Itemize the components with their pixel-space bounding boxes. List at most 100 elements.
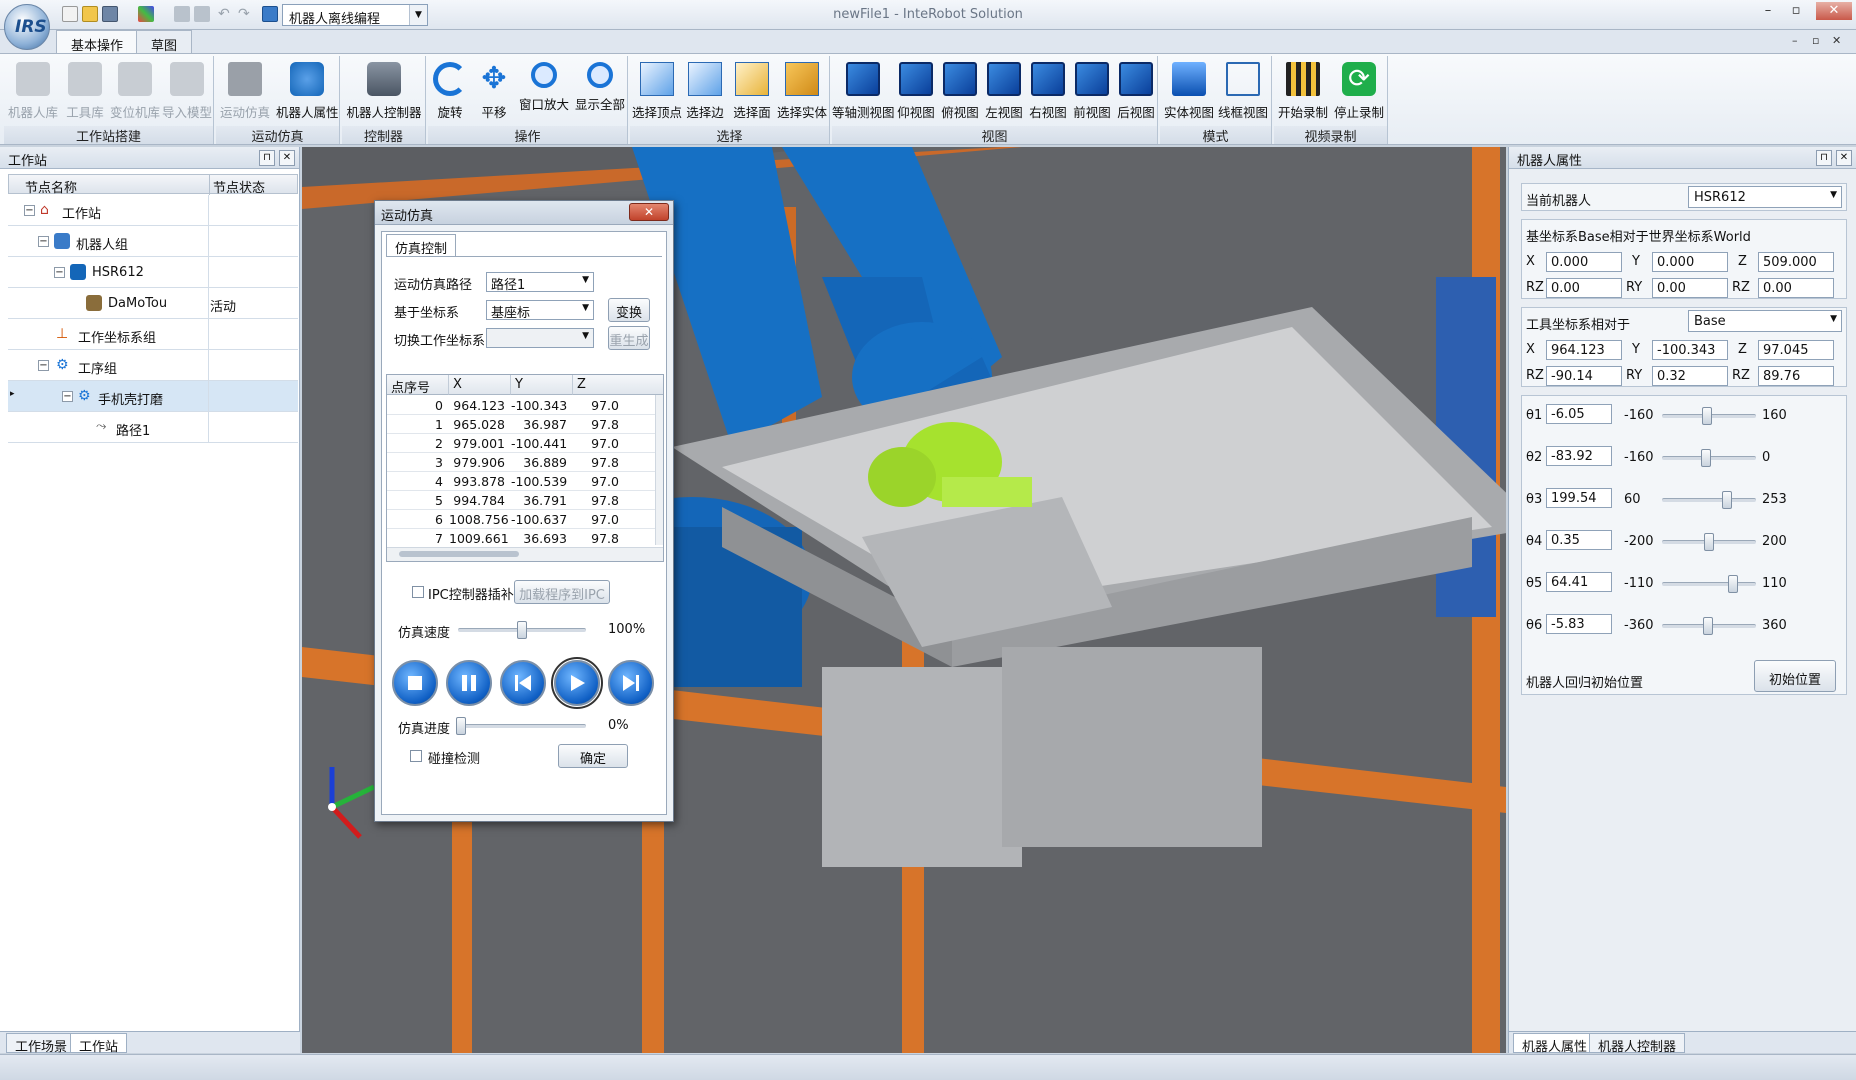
tree-node-workstation[interactable]: − ⌂ 工作站: [8, 195, 298, 226]
wireframe-view-button[interactable]: 线框视图: [1216, 60, 1270, 122]
tree-node-damotou[interactable]: DaMoTou 活动: [8, 288, 298, 319]
table-row[interactable]: 2 979.001 -100.441 97.0: [387, 434, 657, 453]
rotate-button[interactable]: 旋转: [428, 60, 472, 122]
tool-rz-input[interactable]: -90.14: [1546, 366, 1622, 386]
joint-slider-thumb[interactable]: [1728, 575, 1739, 593]
joint-slider-thumb[interactable]: [1704, 533, 1714, 551]
progress-slider[interactable]: [456, 717, 586, 735]
collapse-icon[interactable]: −: [62, 391, 73, 402]
home-position-button[interactable]: 初始位置: [1754, 660, 1836, 692]
tool-ref-select[interactable]: Base ▼: [1688, 310, 1842, 332]
tool-library-button[interactable]: 工具库: [58, 60, 112, 122]
joint-slider[interactable]: [1662, 407, 1756, 425]
pin-icon[interactable]: ⊓: [1816, 150, 1832, 166]
left-view-button[interactable]: 左视图: [982, 60, 1026, 122]
table-row[interactable]: 0 964.123 -100.343 97.0: [387, 396, 657, 415]
tree-node-path1[interactable]: ⤳ 路径1: [8, 412, 298, 443]
path-select[interactable]: 路径1 ▼: [486, 272, 594, 293]
tab-basic-operations[interactable]: 基本操作: [56, 30, 139, 55]
close-icon[interactable]: ✕: [1836, 150, 1852, 166]
joint-value-input[interactable]: -5.83: [1546, 614, 1612, 634]
hscroll-thumb[interactable]: [399, 551, 519, 557]
collapse-icon[interactable]: −: [38, 360, 49, 371]
tree-node-hsr612[interactable]: − HSR612: [8, 257, 298, 288]
window-zoom-button[interactable]: 窗口放大: [516, 60, 572, 122]
joint-value-input[interactable]: 0.35: [1546, 530, 1612, 550]
dialog-close-button[interactable]: ✕: [629, 203, 669, 221]
tab-workstation[interactable]: 工作站: [70, 1033, 128, 1055]
speed-slider[interactable]: [458, 621, 586, 639]
joint-slider[interactable]: [1662, 617, 1756, 635]
joint-value-input[interactable]: 64.41: [1546, 572, 1612, 592]
transform-button[interactable]: 变换: [608, 298, 650, 322]
close-window-button[interactable]: ✕: [1816, 2, 1852, 20]
mdi-close-button[interactable]: ✕: [1832, 34, 1841, 47]
table-row[interactable]: 5 994.784 36.791 97.8: [387, 491, 657, 510]
joint-slider-thumb[interactable]: [1703, 617, 1714, 635]
tab-sketch[interactable]: 草图: [136, 30, 193, 54]
select-edge-button[interactable]: 选择边: [682, 60, 728, 122]
tab-work-scene[interactable]: 工作场景: [6, 1033, 77, 1055]
select-solid-button[interactable]: 选择实体: [776, 60, 828, 122]
show-all-button[interactable]: 显示全部: [572, 60, 628, 122]
collapse-icon[interactable]: −: [38, 236, 49, 247]
mdi-minimize-button[interactable]: –: [1792, 34, 1798, 47]
bottom-view-button[interactable]: 仰视图: [894, 60, 938, 122]
robot-controller-button[interactable]: 机器人控制器: [346, 60, 422, 122]
table-hscrollbar[interactable]: [387, 547, 663, 561]
pause-button[interactable]: [446, 660, 492, 706]
switch-coord-select[interactable]: ▼: [486, 328, 594, 348]
play-button[interactable]: [551, 657, 603, 709]
tool-ry-input[interactable]: 0.32: [1652, 366, 1728, 386]
top-view-button[interactable]: 俯视图: [938, 60, 982, 122]
solid-view-button[interactable]: 实体视图: [1162, 60, 1216, 122]
coord-select[interactable]: 基座标 ▼: [486, 300, 594, 321]
ipc-checkbox[interactable]: [412, 586, 424, 598]
current-robot-select[interactable]: HSR612 ▼: [1688, 186, 1842, 208]
joint-slider-thumb[interactable]: [1722, 491, 1733, 509]
close-icon[interactable]: ✕: [279, 150, 295, 166]
base-rz-input[interactable]: 0.00: [1546, 278, 1622, 298]
tab-robot-properties[interactable]: 机器人属性: [1513, 1033, 1597, 1055]
table-row[interactable]: 3 979.906 36.889 97.8: [387, 453, 657, 472]
motion-sim-button[interactable]: 运动仿真: [218, 60, 272, 122]
regenerate-button[interactable]: 重生成: [608, 326, 650, 350]
right-view-button[interactable]: 右视图: [1026, 60, 1070, 122]
robot-library-button[interactable]: 机器人库: [6, 60, 60, 122]
base-rx-input[interactable]: 0.00: [1758, 278, 1834, 298]
maximize-button[interactable]: ▫: [1784, 2, 1808, 20]
joint-value-input[interactable]: 199.54: [1546, 488, 1612, 508]
joint-slider-thumb[interactable]: [1701, 449, 1712, 467]
base-z-input[interactable]: 509.000: [1758, 252, 1834, 272]
collapse-icon[interactable]: −: [24, 205, 35, 216]
joint-slider[interactable]: [1662, 491, 1756, 509]
back-view-button[interactable]: 后视图: [1114, 60, 1158, 122]
table-row[interactable]: 4 993.878 -100.539 97.0: [387, 472, 657, 491]
start-recording-button[interactable]: 开始录制: [1276, 60, 1330, 122]
step-forward-button[interactable]: [608, 660, 654, 706]
pin-icon[interactable]: ⊓: [259, 150, 275, 166]
tool-z-input[interactable]: 97.045: [1758, 340, 1834, 360]
tree-node-process-group[interactable]: − ⚙ 工序组: [8, 350, 298, 381]
tool-y-input[interactable]: -100.343: [1652, 340, 1728, 360]
step-back-button[interactable]: [500, 660, 546, 706]
table-row[interactable]: 7 1009.661 36.693 97.8: [387, 529, 657, 548]
joint-value-input[interactable]: -83.92: [1546, 446, 1612, 466]
tool-x-input[interactable]: 964.123: [1546, 340, 1622, 360]
load-ipc-button[interactable]: 加载程序到IPC: [514, 580, 610, 604]
front-view-button[interactable]: 前视图: [1070, 60, 1114, 122]
tree-node-phone-case-polishing[interactable]: ▸ − ⚙ 手机壳打磨: [8, 381, 298, 412]
import-model-button[interactable]: 导入模型: [160, 60, 214, 122]
pan-button[interactable]: ✥ 平移: [472, 60, 516, 122]
joint-slider[interactable]: [1662, 449, 1756, 467]
table-scrollbar[interactable]: [655, 395, 663, 545]
table-row[interactable]: 1 965.028 36.987 97.8: [387, 415, 657, 434]
minimize-button[interactable]: –: [1756, 2, 1780, 20]
mdi-restore-button[interactable]: ▫: [1812, 34, 1819, 47]
base-y-input[interactable]: 0.000: [1652, 252, 1728, 272]
speed-slider-thumb[interactable]: [517, 621, 527, 639]
joint-value-input[interactable]: -6.05: [1546, 404, 1612, 424]
tool-rx-input[interactable]: 89.76: [1758, 366, 1834, 386]
isometric-view-button[interactable]: 等轴测视图: [832, 60, 895, 122]
app-logo[interactable]: IRS: [4, 4, 50, 50]
